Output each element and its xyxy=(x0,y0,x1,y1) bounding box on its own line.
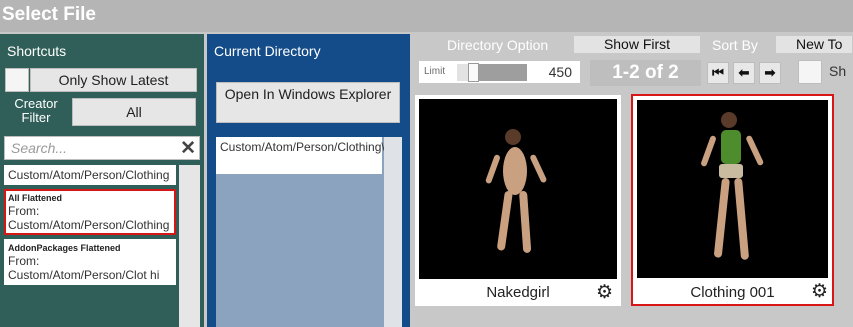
search-input[interactable]: Search... ✕ xyxy=(4,136,200,160)
shortcut-name: AddonPackages Flattened xyxy=(8,243,121,253)
prev-page-icon: ⬅ xyxy=(738,65,750,80)
first-page-icon: ⏮ xyxy=(712,65,724,80)
figure-icon xyxy=(485,129,547,253)
shortcut-list: Custom/Atom/Person/Clothing All Flattene… xyxy=(4,165,176,327)
show-hidden-label: Sh xyxy=(829,63,847,79)
show-hidden-checkbox[interactable] xyxy=(798,60,822,84)
shortcut-path: From: Custom/Atom/Person/Clot hi xyxy=(8,254,160,282)
figure-icon xyxy=(701,112,764,260)
only-show-latest-checkbox[interactable] xyxy=(5,68,29,92)
only-show-latest-label[interactable]: Only Show Latest xyxy=(30,68,197,92)
creator-filter-label: Creator Filter xyxy=(14,96,58,125)
current-directory-panel: Current Directory Open In Windows Explor… xyxy=(207,34,410,327)
limit-fill xyxy=(457,64,468,81)
first-page-button[interactable]: ⏮ xyxy=(707,62,729,84)
sort-by-dropdown[interactable]: New To xyxy=(775,35,853,54)
search-placeholder: Search... xyxy=(11,140,68,156)
page-info: 1-2 of 2 xyxy=(590,60,701,86)
directory-option-label: Directory Option xyxy=(447,37,549,53)
open-in-explorer-button[interactable]: Open In Windows Explorer xyxy=(216,82,400,123)
shortcut-scrollbar[interactable] xyxy=(179,165,200,327)
gear-icon[interactable]: ⚙ xyxy=(811,282,828,301)
limit-track[interactable] xyxy=(457,63,527,82)
shortcut-item[interactable]: Custom/Atom/Person/Clothing xyxy=(4,165,176,185)
file-name: Nakedgirl xyxy=(486,284,550,301)
creator-filter-select[interactable]: All xyxy=(72,98,196,126)
limit-label: Limit xyxy=(424,66,446,77)
show-first-dropdown[interactable]: Show First xyxy=(573,35,701,54)
sort-by-label: Sort By xyxy=(712,37,758,53)
limit-handle[interactable] xyxy=(468,63,479,82)
shortcut-name: All Flattened xyxy=(8,193,63,203)
next-page-button[interactable]: ➡ xyxy=(759,62,781,84)
directory-list: Custom/Atom/Person/Clothing\ xyxy=(216,137,402,327)
limit-slider[interactable]: Limit 450 xyxy=(418,60,581,84)
gear-icon[interactable]: ⚙ xyxy=(596,283,613,302)
directory-scrollbar[interactable] xyxy=(384,137,402,327)
current-directory-header: Current Directory xyxy=(214,43,321,59)
limit-value: 450 xyxy=(548,64,572,80)
prev-page-button[interactable]: ⬅ xyxy=(733,62,755,84)
clear-search-icon[interactable]: ✕ xyxy=(180,137,196,160)
directory-item[interactable]: Custom/Atom/Person/Clothing\ xyxy=(216,137,385,174)
file-thumbnail-nakedgirl[interactable]: Nakedgirl ⚙ xyxy=(415,95,621,306)
shortcut-item-addonpackages-flattened[interactable]: AddonPackages Flattened From: Custom/Ato… xyxy=(4,239,176,285)
file-preview xyxy=(419,99,617,279)
title-bar: Select File xyxy=(0,0,853,32)
shortcuts-panel: Shortcuts Only Show Latest Creator Filte… xyxy=(0,34,204,327)
file-preview xyxy=(637,100,828,278)
shortcut-path: From: Custom/Atom/Person/Clothing xyxy=(8,204,170,232)
file-name: Clothing 001 xyxy=(690,284,775,301)
shortcut-item-all-flattened[interactable]: All Flattened From: Custom/Atom/Person/C… xyxy=(4,189,176,235)
shortcut-path: Custom/Atom/Person/Clothing xyxy=(8,168,170,182)
file-thumbnail-clothing-001[interactable]: Clothing 001 ⚙ xyxy=(631,94,834,306)
next-page-icon: ➡ xyxy=(764,65,776,80)
shortcuts-header: Shortcuts xyxy=(7,43,67,59)
window-title: Select File xyxy=(2,4,96,25)
